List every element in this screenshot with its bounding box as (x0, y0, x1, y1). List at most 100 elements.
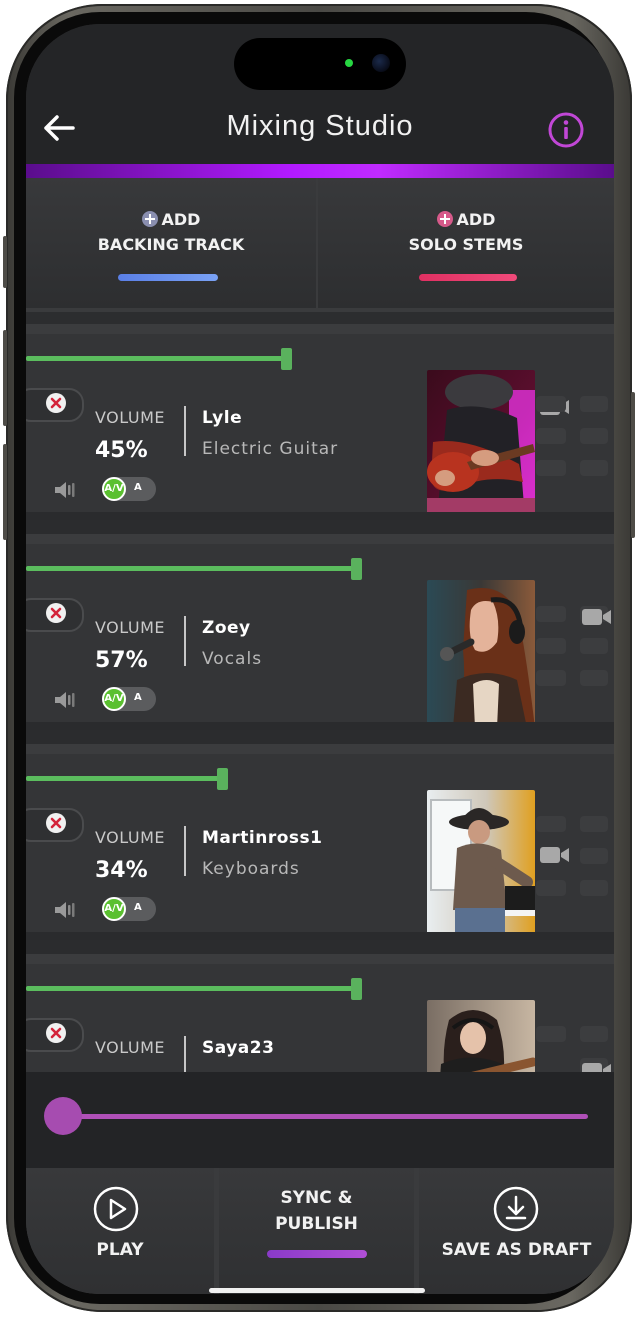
add-solo-stems-button[interactable]: ADD SOLO STEMS (318, 178, 614, 308)
track-list[interactable]: VOLUME 45% Lyle Electric Guitar A/V A VO… (26, 324, 614, 1072)
video-camera-icon[interactable] (582, 608, 612, 626)
close-icon (46, 813, 66, 833)
ghost-control (580, 848, 608, 864)
musician-name: Lyle (202, 408, 243, 428)
instrument-label: Keyboards (202, 859, 300, 879)
play-icon (93, 1186, 139, 1232)
page-title: Mixing Studio (226, 110, 414, 142)
track-row: VOLUME 45% Lyle Electric Guitar A/V A (26, 324, 614, 520)
play-button[interactable]: PLAY (26, 1168, 214, 1294)
musician-name: Martinross1 (202, 828, 323, 848)
playback-scrubber (26, 1072, 614, 1168)
volume-slider-track[interactable] (26, 776, 223, 781)
save-draft-button[interactable]: SAVE AS DRAFT (419, 1168, 614, 1294)
volume-slider-handle[interactable] (351, 558, 362, 580)
musician-video-thumbnail[interactable] (427, 1000, 535, 1072)
ghost-control (536, 460, 566, 476)
volume-label: VOLUME (95, 1038, 165, 1057)
instrument-label: Vocals (202, 649, 263, 669)
musician-video-thumbnail[interactable] (427, 580, 535, 728)
sync-label-line2: PUBLISH (275, 1214, 358, 1234)
audio-only-label: A (134, 482, 142, 493)
info-icon[interactable] (548, 112, 584, 148)
ghost-control (580, 880, 608, 896)
scrubber-handle[interactable] (44, 1097, 82, 1135)
ghost-control (536, 1026, 566, 1042)
ghost-control (536, 606, 566, 622)
volume-slider-track[interactable] (26, 986, 357, 991)
ghost-control (536, 670, 566, 686)
volume-label: VOLUME (95, 828, 165, 847)
ghost-control (580, 670, 608, 686)
close-icon (46, 603, 66, 623)
power-button (631, 392, 635, 538)
speaker-icon[interactable] (53, 690, 77, 710)
camera-indicator (345, 59, 353, 67)
ghost-control (580, 428, 608, 444)
volume-value: 34% (95, 858, 148, 883)
sync-publish-button[interactable]: SYNC & PUBLISH (219, 1168, 414, 1294)
play-label: PLAY (96, 1240, 144, 1260)
av-toggle[interactable]: A/V A (102, 687, 156, 711)
close-icon (46, 393, 66, 413)
av-toggle-knob: A/V (102, 477, 126, 501)
sync-label-line1: SYNC & (280, 1188, 353, 1208)
publish-accent (267, 1250, 367, 1258)
ghost-control (536, 396, 566, 412)
ghost-control (580, 816, 608, 832)
musician-name: Saya23 (202, 1038, 275, 1058)
ghost-control (580, 1026, 608, 1042)
audio-only-label: A (134, 692, 142, 703)
solo-stems-label: SOLO STEMS (408, 235, 524, 254)
volume-slider-track[interactable] (26, 566, 357, 571)
volume-slider-track[interactable] (26, 356, 287, 361)
musician-video-thumbnail[interactable] (427, 370, 535, 518)
volume-label: VOLUME (95, 618, 165, 637)
av-toggle-knob: A/V (102, 687, 126, 711)
solo-stems-accent (419, 274, 517, 281)
track-row: VOLUME 34% Martinross1 Keyboards A/V A (26, 744, 614, 940)
mute-toggle[interactable] (26, 598, 84, 632)
volume-up-button (3, 330, 7, 426)
av-toggle[interactable]: A/V A (102, 897, 156, 921)
dynamic-island (234, 38, 406, 90)
volume-down-button (3, 444, 7, 540)
home-indicator[interactable] (209, 1288, 425, 1293)
track-row: VOLUME 57% Zoey Vocals A/V A (26, 534, 614, 730)
mute-toggle[interactable] (26, 1018, 84, 1052)
volume-label: VOLUME (95, 408, 165, 427)
musician-name: Zoey (202, 618, 251, 638)
av-toggle-knob: A/V (102, 897, 126, 921)
volume-slider-handle[interactable] (351, 978, 362, 1000)
mute-toggle[interactable] (26, 388, 84, 422)
video-camera-icon[interactable] (582, 1062, 612, 1072)
volume-slider-handle[interactable] (281, 348, 292, 370)
save-draft-label: SAVE AS DRAFT (441, 1240, 592, 1260)
bottom-action-bar: PLAY SYNC & PUBLISH SAVE AS DRAFT (26, 1168, 614, 1294)
divider (184, 616, 186, 666)
ghost-control (580, 638, 608, 654)
app-screen: Mixing Studio ADD BACKING TRACK ADD SOLO… (26, 24, 614, 1294)
av-toggle[interactable]: A/V A (102, 477, 156, 501)
add-label: ADD (161, 210, 201, 229)
volume-value: 45% (95, 438, 148, 463)
divider (184, 1036, 186, 1072)
ghost-control (536, 880, 566, 896)
download-icon (493, 1186, 539, 1232)
front-camera (372, 54, 390, 72)
backing-track-accent (118, 274, 218, 281)
speaker-icon[interactable] (53, 900, 77, 920)
volume-slider-handle[interactable] (217, 768, 228, 790)
backing-track-label: BACKING TRACK (97, 235, 245, 254)
action-button (3, 236, 7, 288)
track-row: VOLUME Saya23 (26, 954, 614, 1072)
ghost-control (580, 396, 608, 412)
divider (184, 826, 186, 876)
scrubber-track[interactable] (66, 1114, 588, 1119)
video-camera-icon[interactable] (540, 846, 570, 864)
add-backing-track-button[interactable]: ADD BACKING TRACK (26, 178, 316, 308)
speaker-icon[interactable] (53, 480, 77, 500)
musician-video-thumbnail[interactable] (427, 790, 535, 938)
instrument-label: Electric Guitar (202, 439, 339, 459)
mute-toggle[interactable] (26, 808, 84, 842)
